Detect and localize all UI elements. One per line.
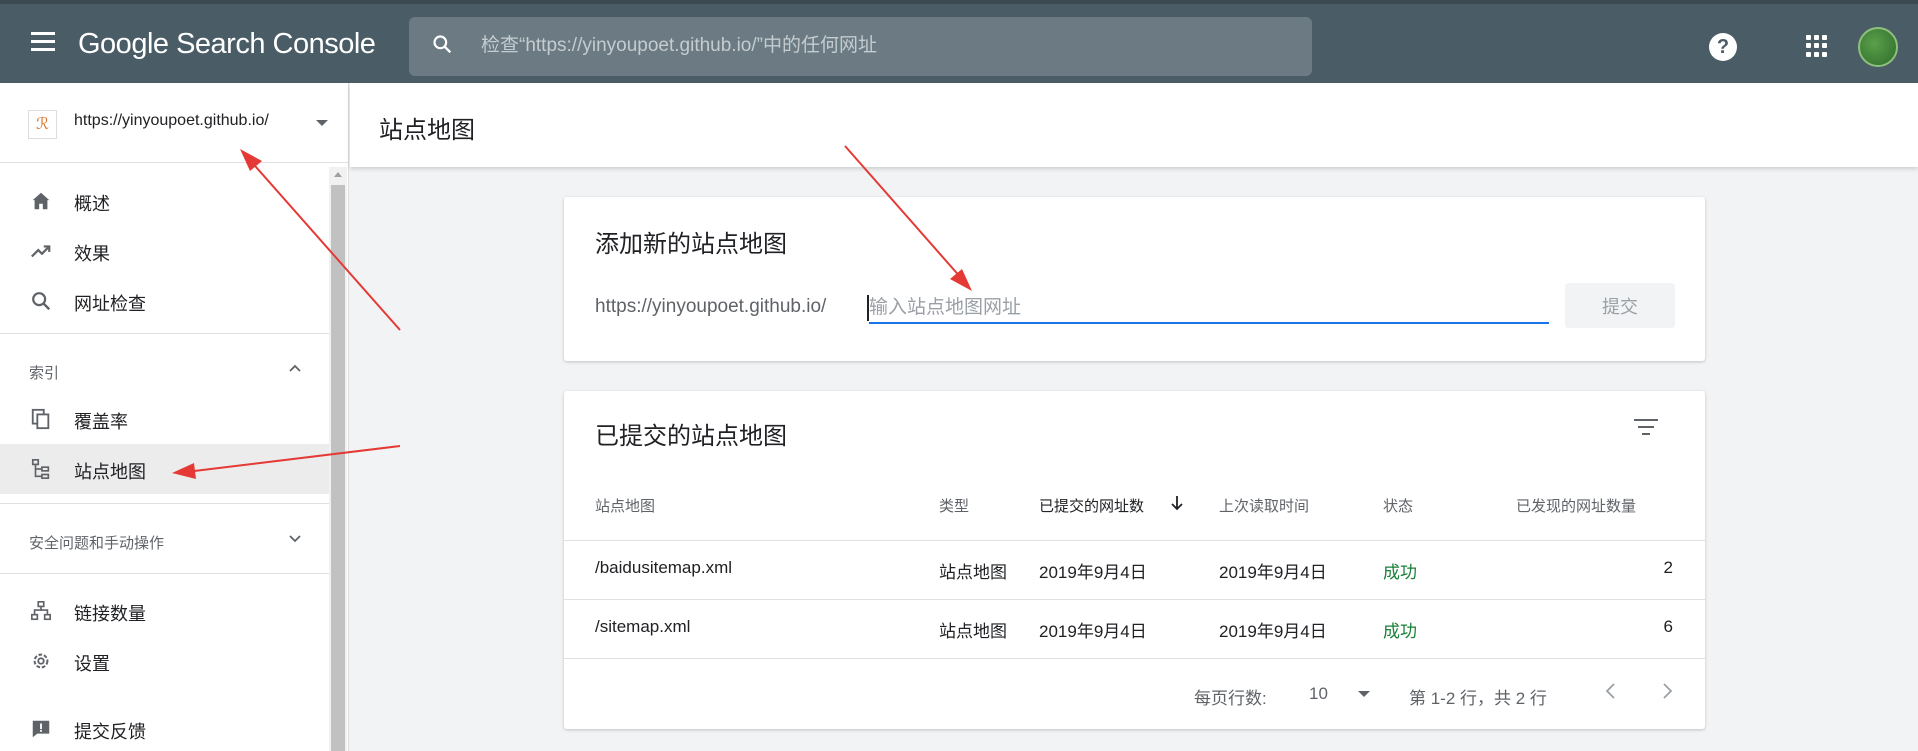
chevron-right-icon[interactable] <box>1657 680 1677 702</box>
row-divider <box>564 540 1705 541</box>
row-divider <box>564 658 1705 659</box>
sidebar-item-label: 设置 <box>74 654 110 674</box>
cell-last-read: 2019年9月4日 <box>1219 622 1327 641</box>
cell-discovered: 6 <box>1663 617 1673 636</box>
search-icon <box>433 35 452 54</box>
scroll-up-icon[interactable] <box>334 172 342 177</box>
help-icon[interactable]: ? <box>1709 33 1737 61</box>
property-logo-icon: ℛ <box>28 110 57 139</box>
feedback-icon <box>32 720 50 738</box>
divider <box>0 333 329 334</box>
sidebar-item-label: 效果 <box>74 244 110 264</box>
sidebar-item-label: 提交反馈 <box>74 722 146 742</box>
search-icon <box>32 292 51 311</box>
sidebar-item-label: 网址检查 <box>74 294 146 314</box>
sitemap-icon <box>31 459 50 479</box>
filter-icon[interactable] <box>1633 419 1659 439</box>
links-icon <box>31 601 51 621</box>
column-header-last-read[interactable]: 上次读取时间 <box>1219 495 1309 516</box>
dropdown-caret-icon <box>316 120 328 126</box>
cell-last-read: 2019年9月4日 <box>1219 563 1327 582</box>
page-title: 站点地图 <box>379 117 475 144</box>
sidebar-item-label: 覆盖率 <box>74 412 128 432</box>
sidebar-item-performance[interactable]: 效果 <box>0 226 329 276</box>
copy-icon <box>31 408 50 430</box>
cell-type: 站点地图 <box>939 622 1007 641</box>
dropdown-caret-icon <box>1358 691 1370 697</box>
sidebar-item-overview[interactable]: 概述 <box>0 176 329 226</box>
gear-icon <box>33 653 49 669</box>
sidebar-item-sitemaps[interactable]: 站点地图 <box>0 444 329 494</box>
sidebar-item-url-inspection[interactable]: 网址检查 <box>0 276 329 326</box>
search-input[interactable] <box>481 32 1281 60</box>
sidebar-item-settings[interactable]: 设置 <box>0 636 329 686</box>
sitemap-url-input[interactable] <box>869 294 1549 324</box>
rows-per-page-select[interactable]: 10 <box>1309 681 1379 707</box>
section-label: 安全问题和手动操作 <box>29 535 165 552</box>
sidebar-item-coverage[interactable]: 覆盖率 <box>0 394 329 444</box>
home-icon <box>32 192 50 210</box>
sidebar-scrollbar[interactable] <box>329 167 347 751</box>
status-badge: 成功 <box>1383 622 1417 641</box>
submitted-sitemaps-card: 已提交的站点地图 站点地图 类型 已提交的网址数 上次读取时间 状态 已发现的网… <box>564 391 1705 729</box>
section-label: 索引 <box>29 365 60 382</box>
divider <box>0 573 329 574</box>
cell-type: 站点地图 <box>939 563 1007 582</box>
divider <box>0 503 329 504</box>
sidebar-item-label: 链接数量 <box>74 604 146 624</box>
rows-per-page-value: 10 <box>1309 684 1328 703</box>
app-title: Google Search Console <box>78 28 376 60</box>
property-selector[interactable]: ℛ https://yinyoupoet.github.io/ <box>0 83 349 163</box>
page-header: 站点地图 <box>350 83 1918 167</box>
section-index-header[interactable]: 索引 <box>0 345 329 395</box>
chevron-left-icon[interactable] <box>1601 680 1621 702</box>
chevron-up-icon <box>289 364 301 372</box>
sidebar-item-label: 站点地图 <box>74 462 146 482</box>
cell-submitted: 2019年9月4日 <box>1039 622 1147 641</box>
section-security-header[interactable]: 安全问题和手动操作 <box>0 515 329 565</box>
property-url: https://yinyoupoet.github.io/ <box>74 112 269 129</box>
scrollbar-thumb[interactable] <box>331 185 345 751</box>
chevron-down-icon <box>289 535 301 543</box>
row-divider <box>564 599 1705 600</box>
sidebar: ℛ https://yinyoupoet.github.io/ 概述 效果 网址… <box>0 83 349 751</box>
cell-sitemap: /baidusitemap.xml <box>595 558 733 577</box>
sitemap-url-prefix: https://yinyoupoet.github.io/ <box>595 296 827 317</box>
text-cursor <box>867 295 869 321</box>
submitted-sitemaps-title: 已提交的站点地图 <box>595 423 787 450</box>
top-app-bar: Google Search Console ? <box>0 0 1918 83</box>
cell-sitemap: /sitemap.xml <box>595 617 691 636</box>
column-header-sitemap[interactable]: 站点地图 <box>595 495 655 516</box>
column-header-status[interactable]: 状态 <box>1383 495 1413 516</box>
column-header-submitted[interactable]: 已提交的网址数 <box>1039 495 1144 516</box>
trending-up-icon <box>31 245 51 258</box>
search-bar[interactable] <box>409 17 1312 76</box>
column-header-discovered[interactable]: 已发现的网址数量 <box>1516 495 1636 516</box>
add-sitemap-title: 添加新的站点地图 <box>595 231 787 258</box>
pagination-range: 第 1-2 行，共 2 行 <box>1409 689 1547 708</box>
arrow-down-icon[interactable] <box>1170 494 1184 512</box>
rows-per-page-label: 每页行数: <box>1194 689 1267 708</box>
sidebar-item-links[interactable]: 链接数量 <box>0 586 329 636</box>
add-sitemap-card: 添加新的站点地图 https://yinyoupoet.github.io/ 提… <box>564 197 1705 361</box>
submit-button[interactable]: 提交 <box>1565 283 1675 328</box>
cell-discovered: 2 <box>1663 558 1673 577</box>
avatar[interactable] <box>1858 27 1898 67</box>
sidebar-item-feedback[interactable]: 提交反馈 <box>0 704 329 751</box>
cell-submitted: 2019年9月4日 <box>1039 563 1147 582</box>
status-badge: 成功 <box>1383 563 1417 582</box>
menu-icon[interactable] <box>28 32 58 56</box>
apps-grid-icon[interactable] <box>1806 35 1828 57</box>
sidebar-item-label: 概述 <box>74 194 110 214</box>
column-header-type[interactable]: 类型 <box>939 495 969 516</box>
